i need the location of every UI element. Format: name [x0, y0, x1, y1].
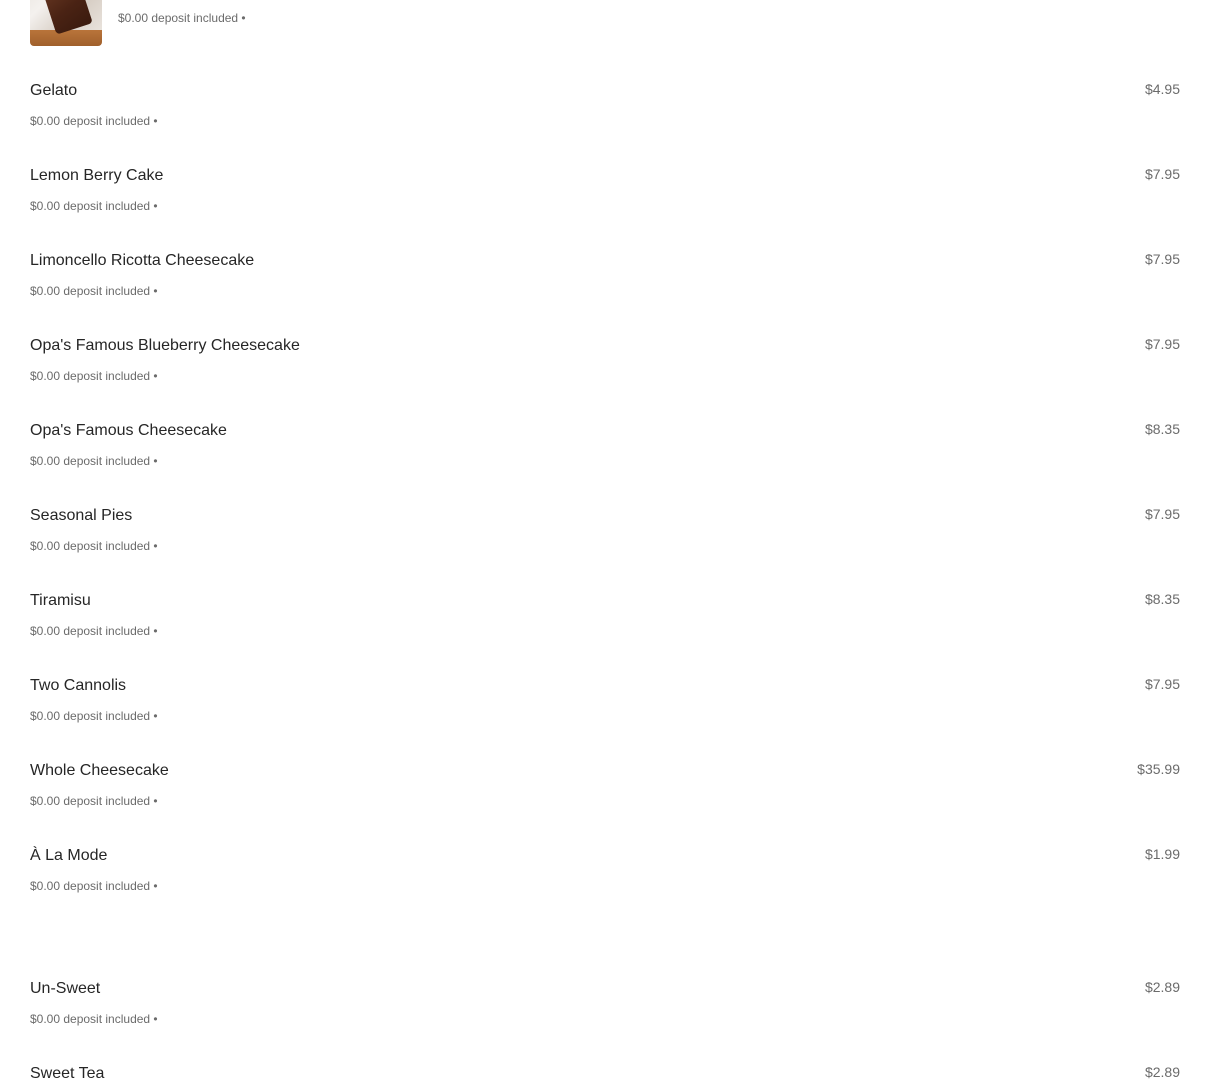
item-name: Whole Cheesecake — [30, 762, 169, 779]
item-name: Opa's Famous Cheesecake — [30, 422, 227, 439]
item-price: $8.35 — [1144, 591, 1180, 607]
menu-item[interactable]: Whole Cheesecake $0.00 deposit included … — [30, 761, 1180, 821]
menu-item[interactable]: Un-Sweet $0.00 deposit included • $2.89 — [30, 979, 1180, 1039]
item-deposit: $0.00 deposit included • — [30, 794, 158, 808]
item-deposit: $0.00 deposit included • — [30, 1012, 158, 1026]
item-deposit: $0.00 deposit included • — [30, 624, 158, 638]
item-deposit: $0.00 deposit included • — [30, 879, 158, 893]
item-price: $2.89 — [1144, 979, 1180, 995]
item-deposit: $0.00 deposit included • — [30, 199, 158, 213]
menu-item[interactable]: Gelato $0.00 deposit included • $4.95 — [30, 81, 1180, 141]
item-name: Limoncello Ricotta Cheesecake — [30, 252, 255, 269]
item-price: $7.95 — [1144, 166, 1180, 182]
item-name: Seasonal Pies — [30, 507, 133, 524]
item-deposit: $0.00 deposit included • — [30, 709, 158, 723]
menu-item[interactable]: Opa's Famous Blueberry Cheesecake $0.00 … — [30, 336, 1180, 396]
item-price: $7.95 — [1144, 676, 1180, 692]
item-price: $7.95 — [1144, 336, 1180, 352]
item-price: $4.95 — [1144, 81, 1180, 97]
item-price: $7.95 — [1144, 506, 1180, 522]
item-name: Un-Sweet — [30, 980, 101, 997]
item-deposit: $0.00 deposit included • — [30, 284, 158, 298]
item-photo — [30, 0, 102, 46]
item-price: $2.89 — [1144, 1064, 1180, 1080]
item-price: $8.35 — [1144, 421, 1180, 437]
item-deposit: $0.00 deposit included • — [30, 369, 158, 383]
item-deposit: $0.00 deposit included • — [30, 539, 158, 553]
item-name: Opa's Famous Blueberry Cheesecake — [30, 337, 300, 354]
item-price: $7.95 — [1144, 251, 1180, 267]
item-name: Gelato — [30, 82, 78, 99]
item-name: À La Mode — [30, 847, 108, 864]
item-deposit: $0.00 deposit included • — [30, 114, 158, 128]
item-name: Lemon Berry Cake — [30, 167, 164, 184]
item-name: Two Cannolis — [30, 677, 127, 694]
item-name: Tiramisu — [30, 592, 91, 609]
item-deposit: $0.00 deposit included • — [118, 11, 246, 25]
menu-item[interactable]: Tiramisu $0.00 deposit included • $8.35 — [30, 591, 1180, 651]
photo-plate — [30, 30, 102, 46]
menu-item[interactable]: Lemon Berry Cake $0.00 deposit included … — [30, 166, 1180, 226]
menu-item[interactable]: Opa's Famous Cheesecake $0.00 deposit in… — [30, 421, 1180, 481]
item-name: Sweet Tea — [30, 1065, 105, 1082]
menu-item[interactable]: Sweet Tea $2.89 — [30, 1064, 1180, 1090]
item-deposit: $0.00 deposit included • — [30, 454, 158, 468]
menu-item-top[interactable]: $0.00 deposit included • — [30, 0, 1180, 46]
menu-item[interactable]: Limoncello Ricotta Cheesecake $0.00 depo… — [30, 251, 1180, 311]
item-price: $35.99 — [1137, 761, 1180, 777]
menu-item[interactable]: Two Cannolis $0.00 deposit included • $7… — [30, 676, 1180, 736]
menu-item[interactable]: Seasonal Pies $0.00 deposit included • $… — [30, 506, 1180, 566]
menu-item[interactable]: À La Mode $0.00 deposit included • $1.99 — [30, 846, 1180, 906]
item-price: $1.99 — [1144, 846, 1180, 862]
